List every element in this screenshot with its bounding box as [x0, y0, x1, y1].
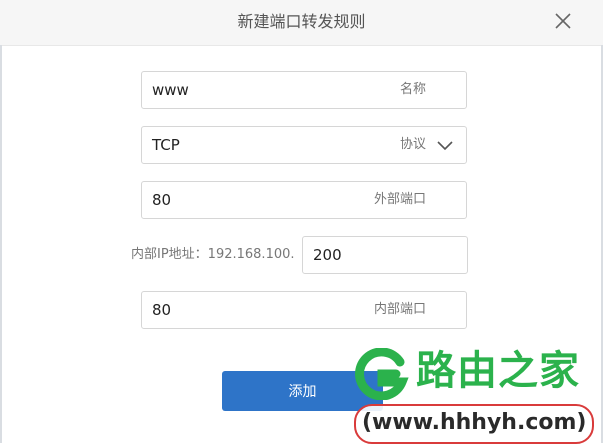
internal-ip-value: 200: [313, 246, 342, 264]
name-field[interactable]: www 名称: [141, 71, 467, 109]
port-forward-dialog: 新建端口转发规则 www 名称 TCP 协议 80 外部端口 内部IP地址：19…: [0, 0, 603, 444]
watermark-logo-icon: [355, 348, 409, 400]
close-icon: [555, 13, 571, 29]
watermark-url: (www.hhhyh.com): [354, 404, 595, 444]
internal-ip-field[interactable]: 200: [302, 236, 468, 274]
internal-port-value: 80: [152, 301, 172, 319]
external-port-hint: 外部端口: [373, 192, 426, 207]
external-port-field[interactable]: 80 外部端口: [141, 181, 467, 219]
left-border: [0, 45, 2, 443]
protocol-hint: 协议: [399, 137, 426, 152]
external-port-value: 80: [152, 191, 172, 209]
dialog-title: 新建端口转发规则: [237, 12, 366, 31]
name-hint: 名称: [399, 82, 426, 97]
internal-port-field[interactable]: 80 内部端口: [141, 291, 467, 329]
close-button[interactable]: [550, 8, 576, 34]
protocol-value: TCP: [152, 136, 180, 154]
watermark-brand: 路由之家: [416, 348, 580, 394]
protocol-select[interactable]: TCP 协议: [141, 126, 467, 164]
internal-ip-label: 内部IP地址：192.168.100.: [131, 247, 295, 262]
chevron-down-icon: [437, 141, 453, 151]
internal-port-hint: 内部端口: [373, 302, 426, 317]
dialog-header: 新建端口转发规则: [0, 0, 603, 46]
name-value: www: [152, 81, 189, 99]
